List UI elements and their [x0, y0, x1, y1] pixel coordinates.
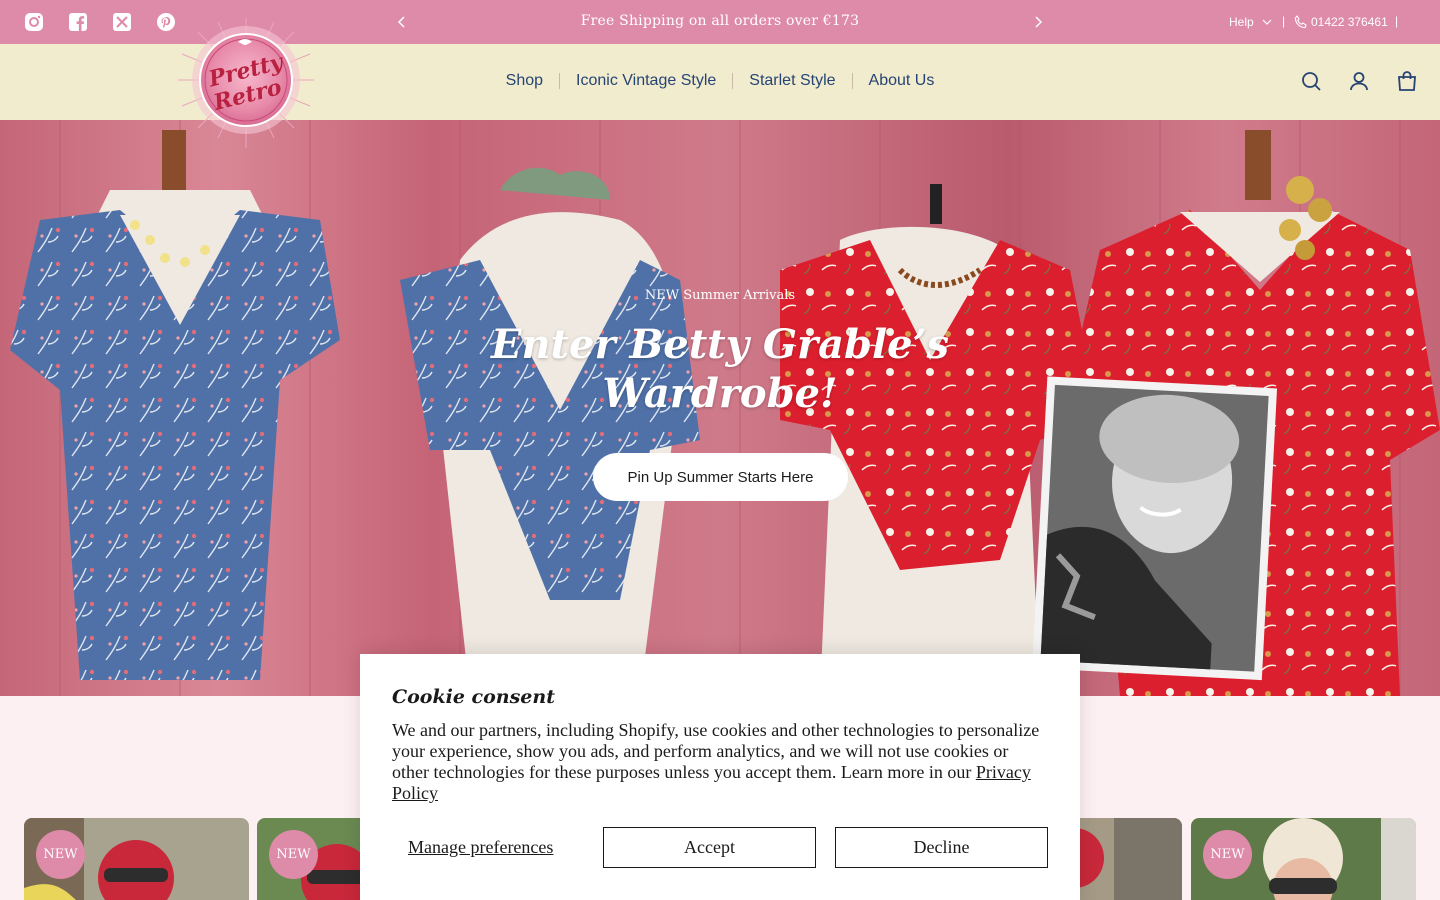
phone-icon	[1294, 15, 1307, 29]
hero-title: Enter Betty Grable’s Wardrobe!	[490, 321, 950, 417]
announcement-text: Free Shipping on all orders over €173	[580, 13, 860, 29]
header-icons	[1300, 70, 1418, 92]
manage-preferences-button[interactable]: Manage preferences	[408, 837, 553, 858]
instagram-icon[interactable]	[24, 12, 44, 32]
cookie-actions: Manage preferences Accept Decline	[392, 827, 1048, 868]
new-badge: NEW	[269, 830, 318, 879]
hero-kicker: NEW Summer Arrivals	[644, 288, 796, 303]
phone-link[interactable]: 01422 376461	[1294, 15, 1388, 29]
pretty-retro-logo[interactable]: Pretty Retro	[178, 18, 314, 148]
separator: |	[1282, 14, 1286, 28]
chevron-right-icon[interactable]	[1028, 12, 1048, 32]
help-dropdown[interactable]: Help	[1229, 15, 1272, 29]
search-icon[interactable]	[1300, 70, 1322, 92]
hero-banner: NEW Summer Arrivals Enter Betty Grable’s…	[0, 120, 1440, 696]
cookie-body: We and our partners, including Shopify, …	[392, 720, 1042, 804]
social-links	[24, 12, 176, 32]
cookie-consent-dialog: Cookie consent We and our partners, incl…	[360, 654, 1080, 900]
separator: |	[1395, 14, 1399, 28]
product-card[interactable]: NEW	[1191, 818, 1416, 900]
new-badge: NEW	[1203, 830, 1252, 879]
account-icon[interactable]	[1348, 70, 1370, 92]
cookie-body-text: We and our partners, including Shopify, …	[392, 720, 1040, 782]
phone-number: 01422 376461	[1311, 15, 1388, 29]
decline-button[interactable]: Decline	[835, 827, 1048, 868]
nav-about-us[interactable]: About Us	[853, 73, 951, 89]
cart-icon[interactable]	[1396, 70, 1418, 92]
pinterest-icon[interactable]	[156, 12, 176, 32]
chevron-left-icon[interactable]	[392, 12, 412, 32]
help-label: Help	[1229, 15, 1254, 29]
new-badge: NEW	[36, 830, 85, 879]
nav-iconic-vintage-style[interactable]: Iconic Vintage Style	[560, 73, 732, 89]
nav-starlet-style[interactable]: Starlet Style	[733, 73, 851, 89]
facebook-icon[interactable]	[68, 12, 88, 32]
hero-cta-button[interactable]: Pin Up Summer Starts Here	[593, 453, 848, 501]
product-card[interactable]: NEW	[24, 818, 249, 900]
accept-button[interactable]: Accept	[603, 827, 816, 868]
x-icon[interactable]	[112, 12, 132, 32]
cookie-title: Cookie consent	[392, 686, 555, 708]
nav-shop[interactable]: Shop	[490, 73, 559, 89]
chevron-down-icon	[1262, 19, 1272, 25]
